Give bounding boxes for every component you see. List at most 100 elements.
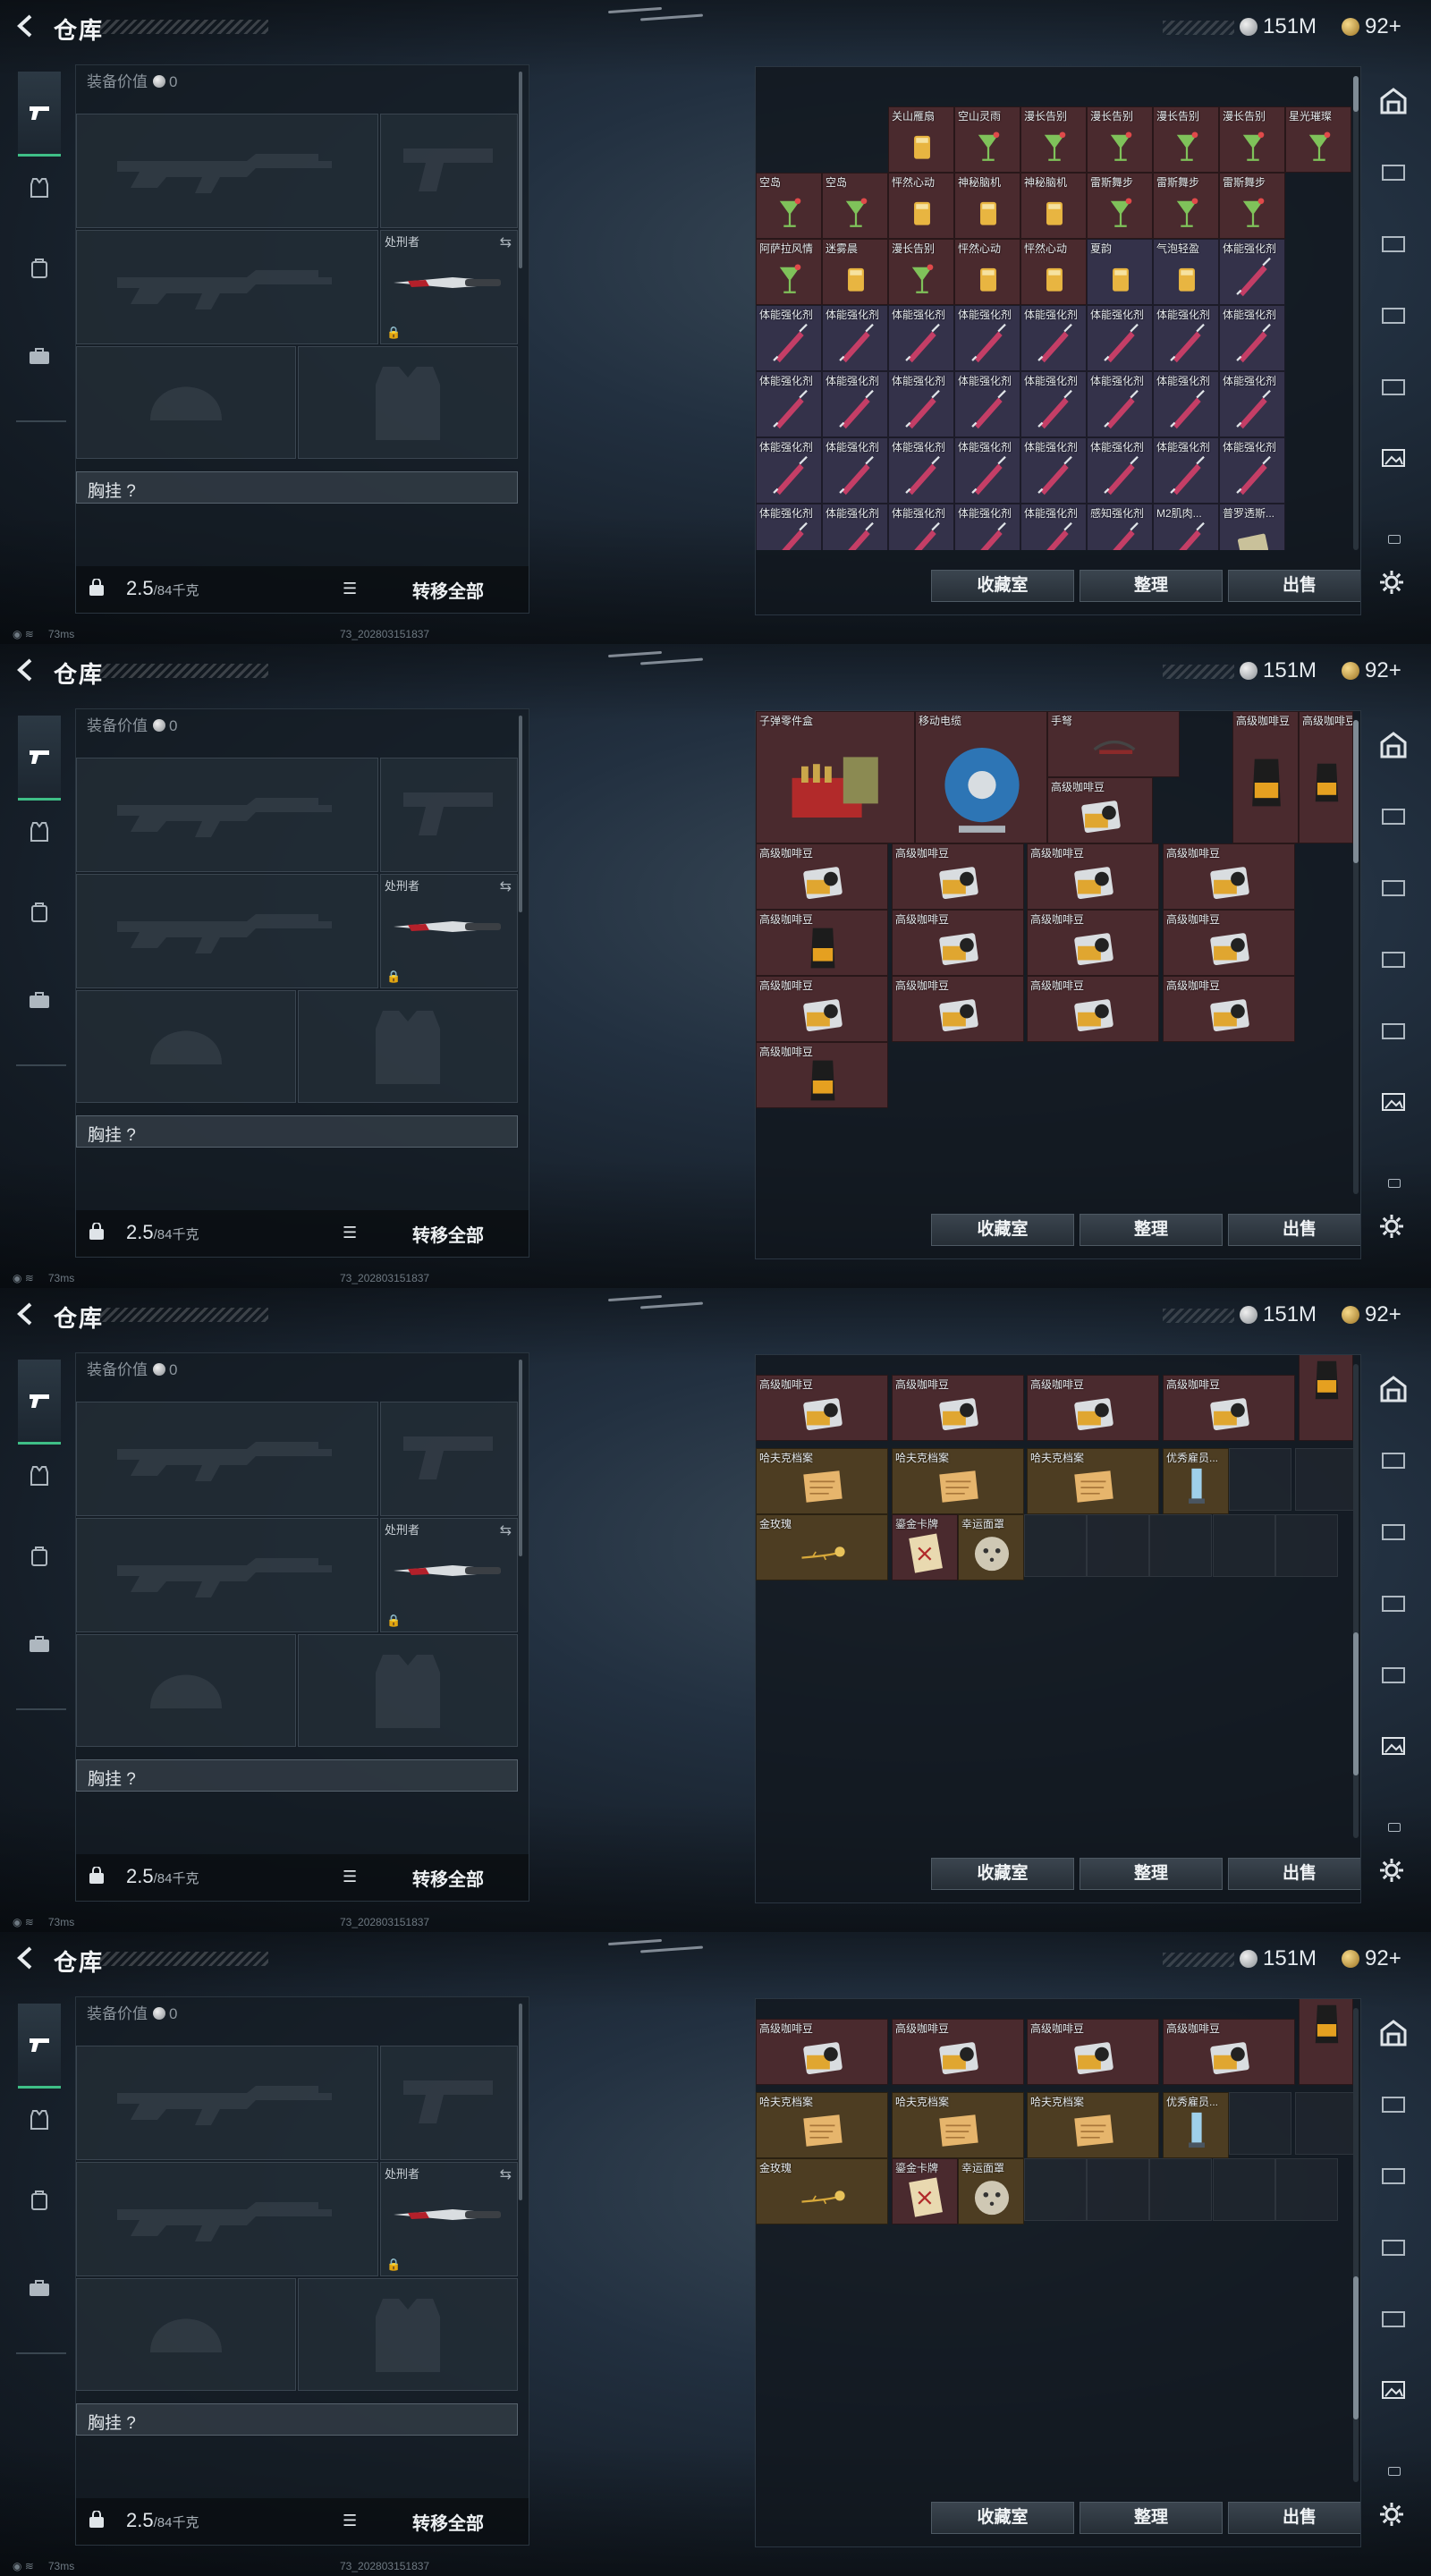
storage-item[interactable]: 体能强化剂 [1219,437,1285,504]
sell-button[interactable]: 出售 [1228,2502,1360,2534]
warehouse-tab[interactable] [1376,2018,1411,2054]
tab-armor[interactable] [18,161,61,215]
melee-slot[interactable]: 处刑者 ⇆ 🔒 [380,230,518,344]
chest-rig-slot[interactable]: 胸挂 ? [76,471,518,504]
sell-button[interactable]: 出售 [1228,1214,1360,1246]
swap-icon[interactable]: ⇆ [500,1521,512,1539]
storage-item[interactable]: 手弩 [1047,711,1180,777]
storage-item[interactable]: 体能强化剂 [756,504,822,550]
gold-currency[interactable]: 92+ [1342,14,1401,39]
sort-button[interactable]: 整理 [1080,570,1223,602]
gold-currency[interactable]: 92+ [1342,658,1401,683]
storage-item[interactable]: 高级咖啡豆 [1299,711,1353,843]
storage-item[interactable]: 怦然心动 [1020,239,1087,305]
scroll-thumb[interactable] [1353,720,1359,863]
sort-button[interactable]: 整理 [1080,1214,1223,1246]
empty-slot[interactable] [1087,2158,1149,2221]
storage-item[interactable]: 体能强化剂 [1219,371,1285,437]
storage-item[interactable]: 金玫瑰 [756,1514,888,1580]
helmet-slot[interactable] [76,346,296,459]
empty-slot[interactable] [1213,1514,1275,1577]
collection-room-button[interactable]: 收藏室 [931,2502,1074,2534]
storage-tab-2[interactable] [1376,159,1411,195]
storage-item[interactable]: 体能强化剂 [954,371,1020,437]
back-button[interactable] [13,1945,39,1971]
secondary-weapon-slot[interactable] [76,230,378,344]
storage-item[interactable]: 高级咖啡豆 [892,843,1024,910]
storage-item[interactable]: 漫长告别 [1153,106,1219,173]
scroll-thumb[interactable] [1353,2276,1359,2419]
tab-weapons[interactable] [18,1360,61,1445]
storage-item[interactable]: 漫长告别 [1020,106,1087,173]
collection-room-button[interactable]: 收藏室 [931,1214,1074,1246]
empty-slot[interactable] [1295,2092,1358,2155]
storage-item[interactable]: 感知强化剂 [1087,504,1153,550]
storage-tab-5[interactable] [1376,1662,1411,1698]
armor-slot[interactable] [298,990,518,1103]
storage-scrollbar[interactable] [1353,2008,1359,2482]
helmet-slot[interactable] [76,1634,296,1747]
list-icon[interactable]: ☰ [343,580,362,597]
chest-rig-slot[interactable]: 胸挂 ? [76,1759,518,1792]
empty-slot[interactable] [1149,1514,1212,1577]
pistol-slot[interactable] [380,758,518,872]
storage-item[interactable]: 高级咖啡豆 [756,976,888,1042]
storage-item[interactable]: 高级咖啡豆 [1299,1999,1353,2085]
storage-tab-6[interactable] [1376,1089,1411,1125]
storage-item[interactable]: 星光璀璨 [1285,106,1351,173]
storage-item[interactable]: 体能强化剂 [954,504,1020,550]
storage-item[interactable]: 幸运面罩 [958,2158,1024,2224]
secondary-weapon-slot[interactable] [76,874,378,988]
storage-item[interactable]: 高级咖啡豆 [1163,843,1295,910]
transfer-all-button[interactable]: 转移全部 [412,1221,484,1247]
chest-rig-slot[interactable]: 胸挂 ? [76,1115,518,1148]
storage-item[interactable]: 高级咖啡豆 [1299,1355,1353,1441]
storage-item[interactable]: 漫长告别 [1087,106,1153,173]
back-button[interactable] [13,1301,39,1327]
gold-currency[interactable]: 92+ [1342,1946,1401,1971]
storage-item[interactable]: 空岛 [756,173,822,239]
storage-item[interactable]: 哈夫克档案 [892,2092,1024,2158]
transfer-all-button[interactable]: 转移全部 [412,1865,484,1891]
tab-weapons[interactable] [18,2004,61,2089]
storage-item[interactable]: 体能强化剂 [1219,305,1285,371]
storage-item[interactable]: 体能强化剂 [1020,504,1087,550]
list-icon[interactable]: ☰ [343,1224,362,1241]
chest-rig-slot[interactable]: 胸挂 ? [76,2403,518,2436]
empty-slot[interactable] [1087,1514,1149,1577]
storage-item[interactable]: 高级咖啡豆 [1027,843,1159,910]
tab-case[interactable] [18,973,61,1027]
pistol-slot[interactable] [380,1402,518,1516]
storage-tab-6[interactable] [1376,2377,1411,2413]
storage-tab-4[interactable] [1376,946,1411,982]
swap-icon[interactable]: ⇆ [500,2165,512,2183]
storage-item[interactable]: 高级咖啡豆 [756,843,888,910]
empty-slot[interactable] [1295,1448,1358,1511]
empty-slot[interactable] [1275,2158,1338,2221]
storage-item[interactable]: 体能强化剂 [1087,437,1153,504]
warehouse-tab[interactable] [1376,1374,1411,1410]
storage-item[interactable]: 体能强化剂 [756,305,822,371]
storage-item[interactable]: 阿萨拉风情 [756,239,822,305]
storage-item[interactable]: 气泡轻盈 [1153,239,1219,305]
storage-item[interactable]: 体能强化剂 [756,437,822,504]
storage-item[interactable]: 高级咖啡豆 [1232,711,1299,843]
storage-item[interactable]: 高级咖啡豆 [756,1042,888,1108]
tab-armor[interactable] [18,2093,61,2147]
storage-item[interactable]: 哈夫克档案 [756,1448,888,1514]
list-icon[interactable]: ☰ [343,2512,362,2529]
storage-item[interactable]: 体能强化剂 [1087,371,1153,437]
small-tab-icon[interactable] [1388,1823,1401,1832]
back-button[interactable] [13,657,39,683]
scroll-thumb[interactable] [1353,76,1359,112]
swap-icon[interactable]: ⇆ [500,877,512,895]
storage-scrollbar[interactable] [1353,76,1359,550]
empty-slot[interactable] [1275,1514,1338,1577]
empty-slot[interactable] [1024,2158,1087,2221]
settings-button[interactable] [1377,1857,1406,1885]
storage-item[interactable]: 体能强化剂 [756,371,822,437]
small-tab-icon[interactable] [1388,535,1401,544]
tab-case[interactable] [18,1617,61,1671]
warehouse-tab[interactable] [1376,730,1411,766]
storage-item[interactable]: 高级咖啡豆 [1163,2019,1295,2085]
